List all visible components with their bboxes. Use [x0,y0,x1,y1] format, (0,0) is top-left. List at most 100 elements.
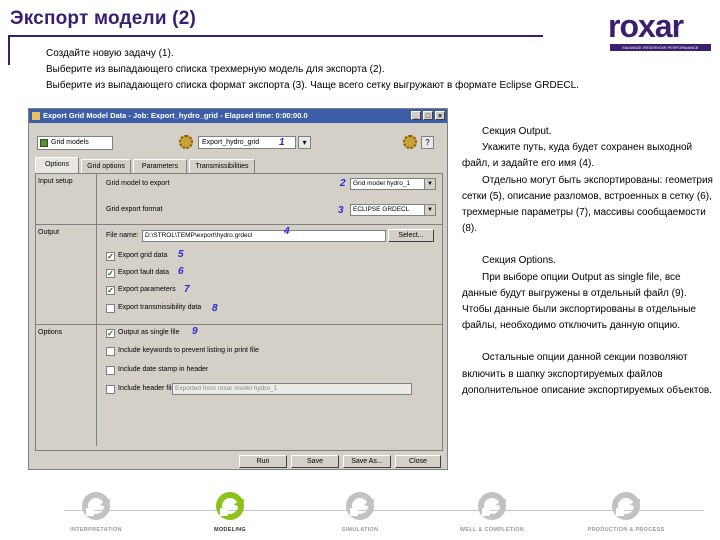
help-button[interactable]: ? [421,136,434,149]
object-selector-label: Grid models [51,139,89,146]
format-combo-value: ECLIPSE GRDECL [353,206,410,213]
file-name-input[interactable]: D:\STROL\TEMP\export\hydro.grdecl [142,230,386,242]
intro-text: Создайте новую задачу (1). Выберите из в… [46,46,579,94]
callout-8: 8 [212,303,218,314]
maximize-button[interactable]: □ [423,111,433,120]
tab-options[interactable]: Options [35,157,79,173]
callout-6: 6 [178,266,184,277]
tab-transmissibilities[interactable]: Transmissibilities [189,159,255,173]
app-icon [32,112,40,120]
other-options-text: Остальные опции данной секции позволяют … [462,352,713,396]
cycle-icon [478,492,506,520]
date-stamp-checkbox[interactable] [106,366,115,375]
nav-modeling-label: MODELING [213,527,247,533]
output-export-text: Отдельно могут быть экспортированы: геом… [462,174,713,235]
save-button[interactable]: Save [291,455,339,468]
dialog-toolbar: Grid models Export_hydro_grid ▾ ? [33,135,443,153]
logo-wordmark: roxar [608,8,684,44]
callout-3: 3 [338,205,344,216]
job-dropdown-button[interactable]: ▾ [298,136,311,149]
export-dialog: Export Grid Model Data - Job: Export_hyd… [28,108,448,470]
options-section: Options ✓ Output as single file Include … [36,324,442,415]
output-path-text: Укажите путь, куда будет сохранен выходн… [462,142,693,170]
nav-well-completion-label: WELL & COMPLETION [459,527,525,533]
save-as-button[interactable]: Save As... [343,455,391,468]
callout-9: 9 [192,326,198,337]
explanation-text: Секция Output. Укажите путь, куда будет … [462,124,717,399]
cycle-icon [82,492,110,520]
intro-line-3: Выберите из выпадающего списка формат эк… [46,80,579,91]
callout-4: 4 [284,226,290,237]
nav-production-process-label: PRODUCTION & PROCESS [587,527,665,533]
callout-2: 2 [340,178,346,189]
options-panel: Input setup Grid model to export Grid mo… [35,173,443,451]
input-section-label: Input setup [38,178,73,185]
export-parameters-checkbox[interactable]: ✓ [106,286,115,295]
format-combo[interactable]: ECLIPSE GRDECL ▼ [350,204,436,216]
nav-interpretation-label: INTERPRETATION [70,527,122,533]
output-section-label: Output [38,229,60,236]
nav-simulation-label: SIMULATION [341,527,379,533]
single-file-text: При выборе опции Output as single file, … [462,271,696,332]
output-section: Output File name: D:\STROL\TEMP\export\h… [36,224,442,325]
input-section: Input setup Grid model to export Grid mo… [36,174,442,224]
run-button[interactable]: Run [239,455,287,468]
intro-line-1: Создайте новую задачу (1). [46,48,174,59]
tab-grid-options[interactable]: Grid options [81,159,131,173]
export-fault-data-checkbox[interactable]: ✓ [106,269,115,278]
nav-production-process[interactable]: PRODUCTION & PROCESS [566,492,686,533]
header-file-label: Include header file [118,385,176,392]
cycle-icon [216,492,244,520]
dialog-titlebar: Export Grid Model Data - Job: Export_hyd… [29,109,447,123]
model-combo-value: Grid model hydro_1 [353,180,411,187]
export-grid-data-checkbox[interactable]: ✓ [106,252,115,261]
prevent-listing-checkbox[interactable] [106,347,115,356]
chevron-down-icon: ▼ [424,179,435,189]
chevron-down-icon: ▼ [424,205,435,215]
date-stamp-label: Include date stamp in header [118,366,209,373]
nav-simulation[interactable]: SIMULATION [300,492,420,533]
header-file-input[interactable]: Exported from roxar model hydro_1 [172,383,412,395]
tab-parameters[interactable]: Parameters [133,159,187,173]
model-label: Grid model to export [106,180,170,187]
roxar-logo: roxar MAXIMIZE RESERVOIR PERFORMANCE [608,8,713,51]
dialog-button-bar: Run Save Save As... Close [35,455,443,469]
export-transmissibility-label: Export transmissibility data [118,304,202,311]
title-rule [8,35,543,37]
format-label: Grid export format [106,206,163,213]
cycle-icon [346,492,374,520]
export-parameters-label: Export parameters [118,286,176,293]
callout-1: 1 [279,137,285,148]
callout-7: 7 [184,284,190,295]
output-heading: Секция Output. [482,126,552,137]
title-tick [8,35,10,65]
nav-well-completion[interactable]: WELL & COMPLETION [432,492,552,533]
close-window-button[interactable]: × [435,111,445,120]
dialog-title: Export Grid Model Data - Job: Export_hyd… [43,111,308,120]
object-selector[interactable]: Grid models [37,136,113,150]
file-name-label: File name: [106,232,139,239]
page-title: Экспорт модели (2) [10,8,197,29]
model-combo[interactable]: Grid model hydro_1 ▼ [350,178,436,190]
cycle-icon [612,492,640,520]
settings-gear-icon[interactable] [403,135,417,149]
single-file-label: Output as single file [118,329,180,336]
grid-model-icon [40,139,48,147]
header-file-checkbox[interactable] [106,385,115,394]
export-transmissibility-checkbox[interactable] [106,304,115,313]
prevent-listing-label: Include keywords to prevent listing in p… [118,347,259,354]
close-button[interactable]: Close [395,455,441,468]
options-heading: Секция Options. [482,255,556,267]
select-file-button[interactable]: Select... [388,229,434,242]
intro-line-2: Выберите из выпадающего списка трехмерну… [46,64,385,75]
job-gear-icon[interactable] [179,135,193,149]
export-fault-data-label: Export fault data [118,269,169,276]
nav-interpretation[interactable]: INTERPRETATION [36,492,156,533]
minimize-button[interactable]: _ [411,111,421,120]
nav-modeling[interactable]: MODELING [170,492,290,533]
single-file-checkbox[interactable]: ✓ [106,329,115,338]
export-grid-data-label: Export grid data [118,252,168,259]
options-section-label: Options [38,329,63,336]
logo-strapline: MAXIMIZE RESERVOIR PERFORMANCE [610,44,711,51]
callout-5: 5 [178,249,184,260]
